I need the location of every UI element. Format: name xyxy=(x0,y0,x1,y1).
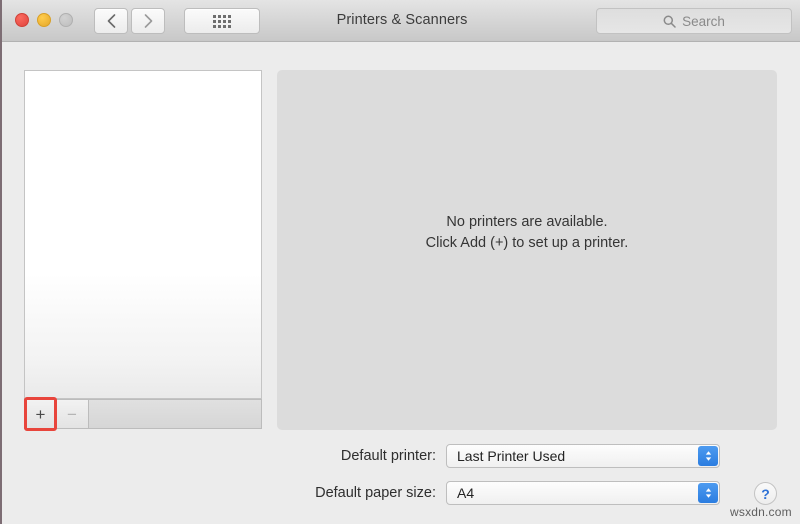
window-titlebar: Printers & Scanners Search xyxy=(2,0,800,42)
stepper-arrows-icon[interactable] xyxy=(698,446,718,466)
watermark: wsxdn.com xyxy=(730,505,792,519)
chevron-updown-icon xyxy=(705,488,711,498)
add-printer-button[interactable]: + xyxy=(24,399,56,429)
default-printer-select[interactable]: Last Printer Used xyxy=(446,444,720,468)
toolbar-filler xyxy=(88,399,262,429)
default-paper-size-label: Default paper size: xyxy=(315,485,436,501)
default-printer-label: Default printer: xyxy=(340,448,436,464)
printer-list[interactable] xyxy=(24,70,262,399)
printer-list-toolbar: + − xyxy=(24,399,262,429)
remove-printer-button: − xyxy=(56,399,88,429)
search-placeholder: Search xyxy=(682,13,725,29)
chevron-updown-icon xyxy=(705,451,711,461)
printer-detail-panel: No printers are available. Click Add (+)… xyxy=(277,70,777,430)
default-paper-size-row: Default paper size: A4 xyxy=(2,481,720,505)
search-icon xyxy=(663,15,676,28)
empty-state-line1: No printers are available. xyxy=(446,214,608,230)
default-printer-value: Last Printer Used xyxy=(457,448,566,464)
search-field[interactable]: Search xyxy=(596,8,792,34)
system-preferences-window: Printers & Scanners Search + − No printe… xyxy=(0,0,800,524)
default-paper-size-select[interactable]: A4 xyxy=(446,481,720,505)
empty-state-message: No printers are available. Click Add (+)… xyxy=(277,212,777,254)
empty-state-line2: Click Add (+) to set up a printer. xyxy=(425,235,629,251)
default-printer-row: Default printer: Last Printer Used xyxy=(2,444,720,468)
stepper-arrows-icon[interactable] xyxy=(698,483,718,503)
help-button[interactable]: ? xyxy=(754,482,777,505)
default-paper-size-value: A4 xyxy=(457,485,475,501)
